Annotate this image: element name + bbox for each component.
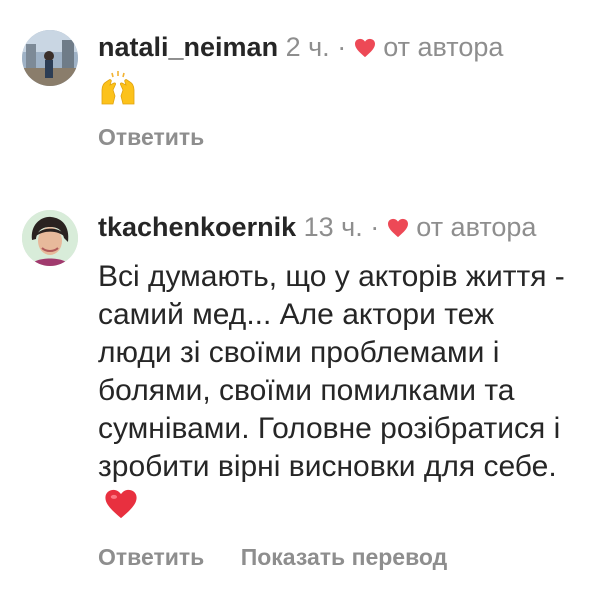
comment-actions: Ответить [98, 124, 587, 151]
avatar-image [22, 30, 78, 86]
heart-icon [354, 38, 375, 58]
show-translation-button[interactable]: Показать перевод [241, 544, 448, 570]
comment-text [98, 70, 587, 106]
avatar-image [22, 210, 78, 266]
author-like-label: от автора [383, 32, 504, 62]
timestamp[interactable]: 13 ч. [304, 212, 363, 242]
raising-hands-icon [101, 71, 135, 105]
comment-actions: Ответить Показать перевод [98, 544, 587, 571]
reply-button[interactable]: Ответить [98, 124, 204, 150]
username[interactable]: natali_neiman [98, 32, 278, 62]
username[interactable]: tkachenkoernik [98, 212, 296, 242]
heart-icon [387, 218, 408, 238]
avatar[interactable] [22, 210, 78, 266]
avatar[interactable] [22, 30, 78, 86]
comment-text: Всі думають, що у акторів життя - самий … [98, 258, 568, 524]
separator: · [370, 212, 380, 242]
reply-button[interactable]: Ответить [98, 544, 204, 570]
red-heart-emoji-icon [105, 489, 137, 519]
comment-meta: tkachenkoernik 13 ч. · от автора [98, 210, 587, 244]
separator: · [337, 32, 347, 62]
comment-meta: natali_neiman 2 ч. · от автора [98, 30, 587, 64]
comment-body: Всі думають, що у акторів життя - самий … [98, 260, 565, 483]
author-like-label: от автора [416, 212, 537, 242]
timestamp[interactable]: 2 ч. [286, 32, 330, 62]
